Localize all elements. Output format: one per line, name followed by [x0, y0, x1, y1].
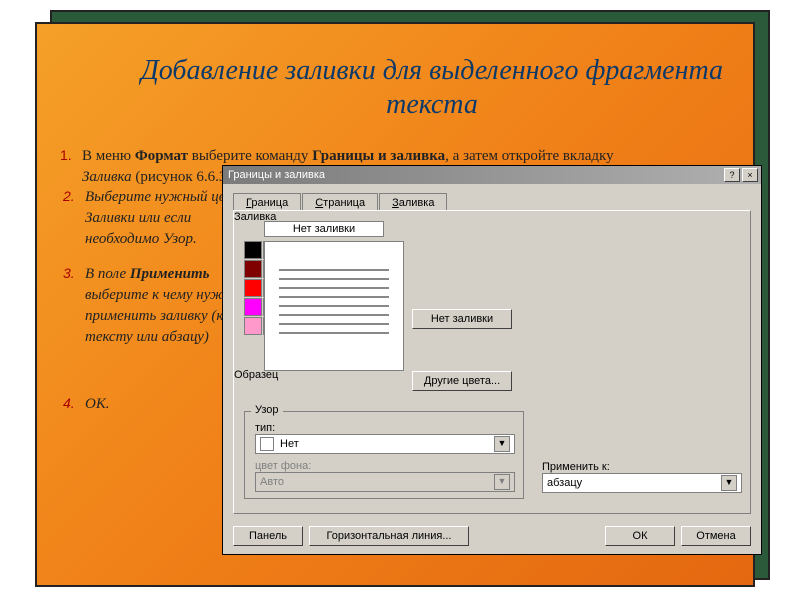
- pattern-group-label: Узор: [251, 404, 283, 416]
- sample-preview: [264, 241, 404, 371]
- cancel-button[interactable]: Отмена: [681, 526, 751, 546]
- no-fill-swatch[interactable]: Нет заливки: [264, 221, 384, 237]
- pattern-type-label: тип:: [255, 422, 515, 434]
- tab-panel: Заливка Нет заливки Нет заливки Другие ц…: [233, 210, 751, 514]
- pattern-type-value: Нет: [280, 438, 299, 450]
- color-swatch[interactable]: [244, 260, 262, 278]
- apply-to-area: Применить к: абзацу ▼: [542, 461, 742, 493]
- chevron-down-icon: ▼: [494, 436, 510, 452]
- step-number: 3.: [63, 264, 75, 284]
- panel-button[interactable]: Панель: [233, 526, 303, 546]
- apply-to-label: Применить к:: [542, 461, 742, 473]
- pattern-preview-icon: [260, 437, 274, 451]
- step-number: 2.: [63, 187, 75, 207]
- chevron-down-icon: ▼: [494, 474, 510, 490]
- step-number: 4.: [63, 394, 75, 414]
- borders-and-shading-dialog: Границы и заливка ? × Граница Страница З…: [222, 165, 762, 555]
- apply-to-combo[interactable]: абзацу ▼: [542, 473, 742, 493]
- bgcolor-label: цвет фона:: [255, 460, 515, 472]
- color-swatch[interactable]: [244, 298, 262, 316]
- help-button[interactable]: ?: [724, 168, 740, 182]
- apply-to-value: абзацу: [547, 477, 582, 489]
- instruction-step-4: 4. ОК.: [85, 394, 205, 415]
- bgcolor-value: Авто: [260, 476, 284, 488]
- close-button[interactable]: ×: [742, 168, 758, 182]
- horizontal-line-button[interactable]: Горизонтальная линия...: [309, 526, 469, 546]
- color-swatch[interactable]: [244, 279, 262, 297]
- slide-title: Добавление заливки для выделенного фрагм…: [107, 54, 757, 121]
- dialog-title-bar[interactable]: Границы и заливка ? ×: [223, 166, 761, 184]
- no-fill-button[interactable]: Нет заливки: [412, 309, 512, 329]
- ok-button[interactable]: ОК: [605, 526, 675, 546]
- color-swatch[interactable]: [244, 241, 262, 259]
- pattern-type-combo[interactable]: Нет ▼: [255, 434, 515, 454]
- tab-row: Граница Страница Заливка: [233, 192, 761, 212]
- dialog-button-bar: Панель Горизонтальная линия... ОК Отмена: [233, 526, 751, 546]
- dialog-title: Границы и заливка: [226, 169, 722, 181]
- chevron-down-icon: ▼: [721, 475, 737, 491]
- bgcolor-combo: Авто ▼: [255, 472, 515, 492]
- step-number: 1.: [60, 146, 72, 166]
- pattern-group: Узор тип: Нет ▼ цвет фона: Авто ▼: [244, 411, 524, 499]
- more-colors-button[interactable]: Другие цвета...: [412, 371, 512, 391]
- color-swatch[interactable]: [244, 317, 262, 335]
